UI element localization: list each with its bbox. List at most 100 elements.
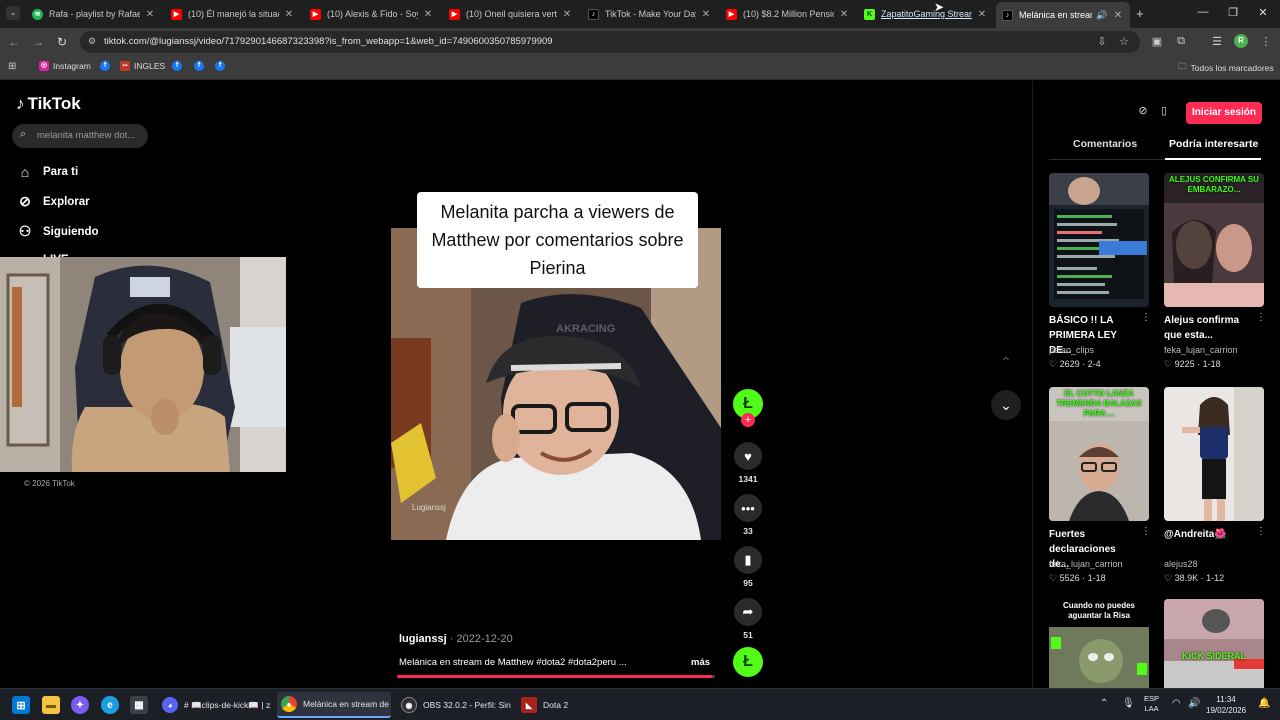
tab-kick[interactable]: K ZapatitoGaming Stream ✕ xyxy=(864,4,988,24)
card-author[interactable]: feka_lujan_carrion xyxy=(1164,345,1238,355)
tab-youtube-3[interactable]: ▶ (10) Oneil quisiera verte - ✕ xyxy=(449,4,573,24)
tab-youtube-2[interactable]: ▶ (10) Alexis & Fido - Soy lo ✕ xyxy=(310,4,434,24)
notification-icon[interactable]: 🔔 xyxy=(1258,698,1270,709)
site-info-icon[interactable]: ⚙ xyxy=(88,36,96,47)
tab-tiktok-active[interactable]: ♪ Melánica en stream d 🔊 ✕ xyxy=(996,2,1130,28)
bookmark-facebook-1[interactable]: f xyxy=(100,61,114,71)
reload-button[interactable]: ↻ xyxy=(54,35,70,49)
show-hidden-icons[interactable]: ⌃ xyxy=(1100,698,1108,709)
edge-icon[interactable]: e xyxy=(101,696,119,714)
more-options-icon[interactable]: ⋮ xyxy=(1141,526,1151,537)
close-tab-icon[interactable]: ✕ xyxy=(283,9,295,20)
tab-comments[interactable]: Comentarios xyxy=(1073,138,1137,150)
bookmark-ingles[interactable]: ••• INGLES xyxy=(120,61,165,71)
more-options-icon[interactable]: ⋮ xyxy=(1256,526,1266,537)
nav-for-you[interactable]: ⌂ Para ti xyxy=(16,164,78,180)
like-button[interactable]: ♥ 1341 xyxy=(734,442,762,484)
nav-explore[interactable]: ⊘ Explorar xyxy=(16,193,90,210)
tab-tiktok-home[interactable]: ♪ TikTok - Make Your Day ✕ xyxy=(588,4,712,24)
volume-icon[interactable]: 🔊 xyxy=(1188,698,1200,709)
more-button[interactable]: más xyxy=(691,657,710,668)
windows-start-icon[interactable]: ⊞ xyxy=(12,696,30,714)
media-control-icon[interactable]: ▣ xyxy=(1149,35,1165,48)
share-button[interactable]: ➦ 51 xyxy=(734,598,762,640)
card-thumbnail: KICK SIDERAL xyxy=(1164,599,1264,688)
follow-plus-icon[interactable]: + xyxy=(741,413,755,427)
youtube-icon: ▶ xyxy=(449,8,460,20)
previous-video-button[interactable]: ⌃ xyxy=(991,347,1021,377)
close-tab-icon[interactable]: ✕ xyxy=(976,9,988,20)
tiktok-logo[interactable]: ♪ TikTok xyxy=(16,94,81,114)
forward-button[interactable]: → xyxy=(30,35,46,49)
comment-button[interactable]: ••• 33 xyxy=(734,494,762,536)
speaker-icon[interactable]: 🔊 xyxy=(1096,10,1108,21)
device-icon[interactable]: ▯ xyxy=(1156,104,1172,120)
close-window-button[interactable]: ✕ xyxy=(1253,6,1273,19)
video-progress-bar[interactable] xyxy=(397,675,715,678)
back-button[interactable]: ← xyxy=(6,35,22,49)
search-input[interactable]: ⌕ melanita matthew dot... xyxy=(12,124,148,148)
coin-icon[interactable]: ⊘ xyxy=(1135,104,1151,120)
tab-list-dropdown-icon[interactable]: ⌄ xyxy=(6,6,20,20)
creator-avatar[interactable]: Ł + xyxy=(733,389,763,427)
system-clock[interactable]: 11:34 19/02/2026 xyxy=(1206,694,1246,716)
bookmark-instagram[interactable]: ◎ Instagram xyxy=(39,61,91,71)
discord-icon: ◕ xyxy=(162,697,178,713)
share-icon: ➦ xyxy=(734,598,762,626)
next-video-button[interactable]: ⌄ xyxy=(991,390,1021,420)
copyright-text: © 2026 TikTok xyxy=(24,479,75,488)
all-bookmarks-folder[interactable]: 🗀 Todos los marcadores xyxy=(1178,61,1274,75)
more-options-icon[interactable]: ⋮ xyxy=(1256,312,1266,323)
video-author[interactable]: lugianssj · 2022-12-20 xyxy=(399,633,513,645)
taskbar-obs[interactable]: ◉ OBS 32.0.2 - Perfil: Sin T xyxy=(397,692,513,718)
maximize-button[interactable]: ❐ xyxy=(1223,6,1243,19)
taskbar-chrome[interactable]: ● Melánica en stream de I xyxy=(277,692,391,718)
more-options-icon[interactable]: ⋮ xyxy=(1141,312,1151,323)
nav-following[interactable]: ⚇ Siguiendo xyxy=(16,223,99,240)
close-tab-icon[interactable]: ✕ xyxy=(1112,10,1124,21)
tiktok-logo-icon: ♪ xyxy=(16,94,25,113)
close-tab-icon[interactable]: ✕ xyxy=(144,9,156,20)
close-tab-icon[interactable]: ✕ xyxy=(838,9,850,20)
tab-might-interest[interactable]: Podría interesarte xyxy=(1169,138,1258,150)
close-tab-icon[interactable]: ✕ xyxy=(422,9,434,20)
tab-youtube-1[interactable]: ▶ (10) Él manejó la situación ✕ xyxy=(171,4,295,24)
taskbar-dota2[interactable]: ◣ Dota 2 xyxy=(517,692,577,718)
webcam-overlay xyxy=(0,257,286,472)
bookmark-facebook-4[interactable]: f xyxy=(215,61,229,71)
share-count: 51 xyxy=(743,630,753,640)
kick-icon: K xyxy=(864,8,875,20)
music-avatar[interactable]: Ł xyxy=(733,647,763,677)
store-icon[interactable]: ▦ xyxy=(130,696,148,714)
apps-grid-icon[interactable]: ⊞ xyxy=(8,61,16,72)
language-indicator[interactable]: ESP LAA xyxy=(1144,694,1159,714)
taskbar-discord[interactable]: ◕ # 📖clips-de-kick📖 | zz xyxy=(158,692,271,718)
install-app-icon[interactable]: ⇩ xyxy=(1094,35,1110,48)
close-tab-icon[interactable]: ✕ xyxy=(700,9,712,20)
url-bar[interactable]: ⚙ tiktok.com/@lugianssj/video/7179290146… xyxy=(80,31,1140,53)
copilot-icon[interactable]: ✦ xyxy=(71,696,89,714)
bookmark-star-icon[interactable]: ☆ xyxy=(1116,35,1132,48)
close-tab-icon[interactable]: ✕ xyxy=(561,9,573,20)
tab-youtube-4[interactable]: ▶ (10) $8.2 Million Pension ✕ xyxy=(726,4,850,24)
menu-icon[interactable]: ⋮ xyxy=(1258,35,1274,48)
save-button[interactable]: ▮ 95 xyxy=(734,546,762,588)
login-button[interactable]: Iniciar sesión xyxy=(1186,102,1262,124)
tab-search-icon[interactable]: ☰ xyxy=(1209,35,1225,48)
profile-avatar[interactable]: R xyxy=(1234,34,1248,48)
video-progress-fill xyxy=(397,675,712,678)
new-tab-button[interactable]: + xyxy=(1136,6,1144,21)
file-explorer-icon[interactable]: ▬ xyxy=(42,696,60,714)
bookmark-facebook-3[interactable]: f xyxy=(194,61,208,71)
facebook-icon: f xyxy=(194,61,204,71)
bookmark-facebook-2[interactable]: f xyxy=(172,61,186,71)
extensions-icon[interactable]: ⧉ xyxy=(1173,35,1189,48)
microphone-icon[interactable]: 🎙 xyxy=(1122,698,1135,709)
card-author[interactable]: alejus28 xyxy=(1164,559,1198,569)
wifi-icon[interactable]: ◠ xyxy=(1172,698,1181,709)
minimize-button[interactable]: — xyxy=(1193,6,1213,18)
tab-spotify[interactable]: ≋ Rafa - playlist by RafaelLar ✕ xyxy=(32,4,156,24)
card-author[interactable]: feka_lujan_carrion xyxy=(1049,559,1123,569)
card-author[interactable]: pelao_clips xyxy=(1049,345,1094,355)
card-stats: ♡ 38.9K · 1-12 xyxy=(1164,573,1225,583)
